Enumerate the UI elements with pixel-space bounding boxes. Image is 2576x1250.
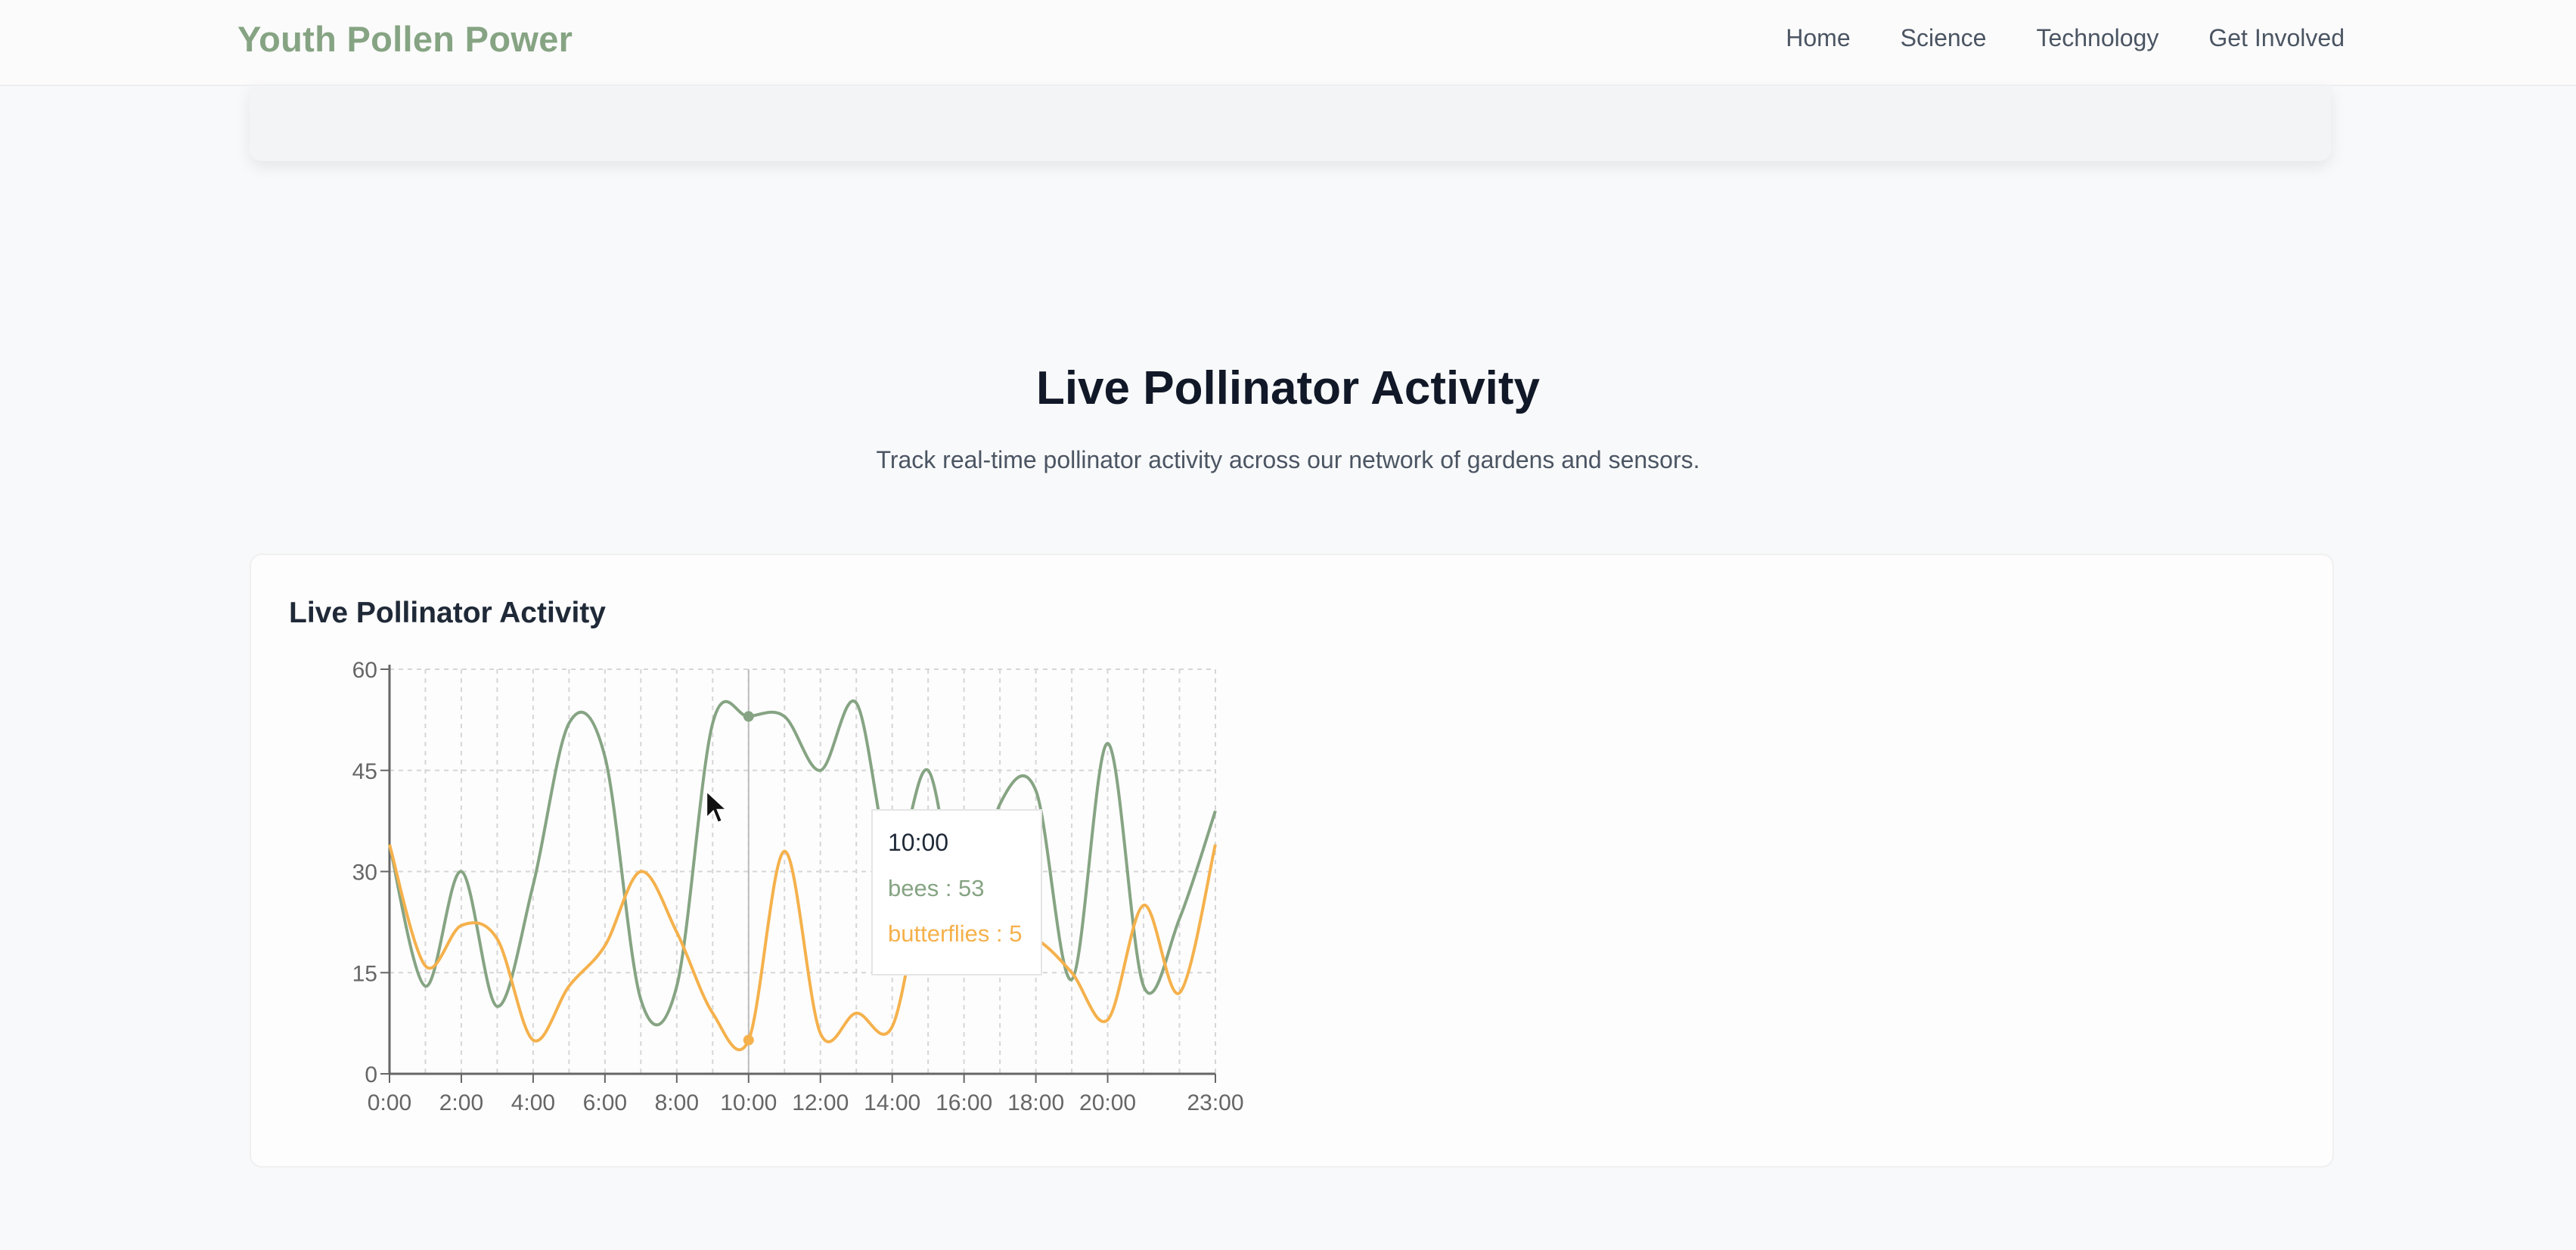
- tooltip-time: 10:00: [888, 829, 949, 856]
- activity-line-chart[interactable]: 0 15 30 45 60 0:00 2:00 4:00 6:00 8:00 10:00 12:00 1…: [0, 0, 2576, 1250]
- series-line-bees: [388, 699, 1217, 1027]
- active-point-butterflies: [743, 1034, 754, 1046]
- y-tick-label: 60: [352, 658, 377, 683]
- chart-axes: 0 15 30 45 60 0:00 2:00 4:00 6:00 8:00 10:00 12:00 1…: [352, 658, 1244, 1115]
- y-tick-label: 0: [365, 1062, 377, 1087]
- x-tick-label: 6:00: [583, 1090, 627, 1115]
- tooltip-bees: bees : 53: [888, 875, 985, 901]
- y-tick-label: 15: [352, 961, 377, 986]
- chart-tooltip: 10:00 bees : 53 butterflies : 5: [871, 809, 1042, 975]
- x-tick-label: 20:00: [1079, 1090, 1136, 1115]
- x-tick-label: 14:00: [864, 1090, 920, 1115]
- mouse-cursor-icon: [705, 789, 729, 824]
- active-point-bees: [743, 711, 754, 722]
- x-tick-label: 16:00: [936, 1090, 992, 1115]
- x-tick-label: 8:00: [655, 1090, 699, 1115]
- x-tick-label: 12:00: [792, 1090, 849, 1115]
- chart-series: [388, 699, 1217, 1052]
- y-tick-label: 30: [352, 861, 377, 886]
- x-tick-label: 2:00: [439, 1090, 483, 1115]
- chart-grid: [390, 668, 1216, 1074]
- x-tick-label: 4:00: [511, 1090, 555, 1115]
- series-line-butterflies: [388, 844, 1217, 1052]
- x-tick-label: 23:00: [1187, 1090, 1243, 1115]
- x-tick-label: 18:00: [1007, 1090, 1064, 1115]
- tooltip-butterflies: butterflies : 5: [888, 920, 1023, 947]
- x-tick-label: 0:00: [368, 1090, 411, 1115]
- x-tick-label: 10:00: [720, 1090, 777, 1115]
- y-tick-label: 45: [352, 759, 377, 784]
